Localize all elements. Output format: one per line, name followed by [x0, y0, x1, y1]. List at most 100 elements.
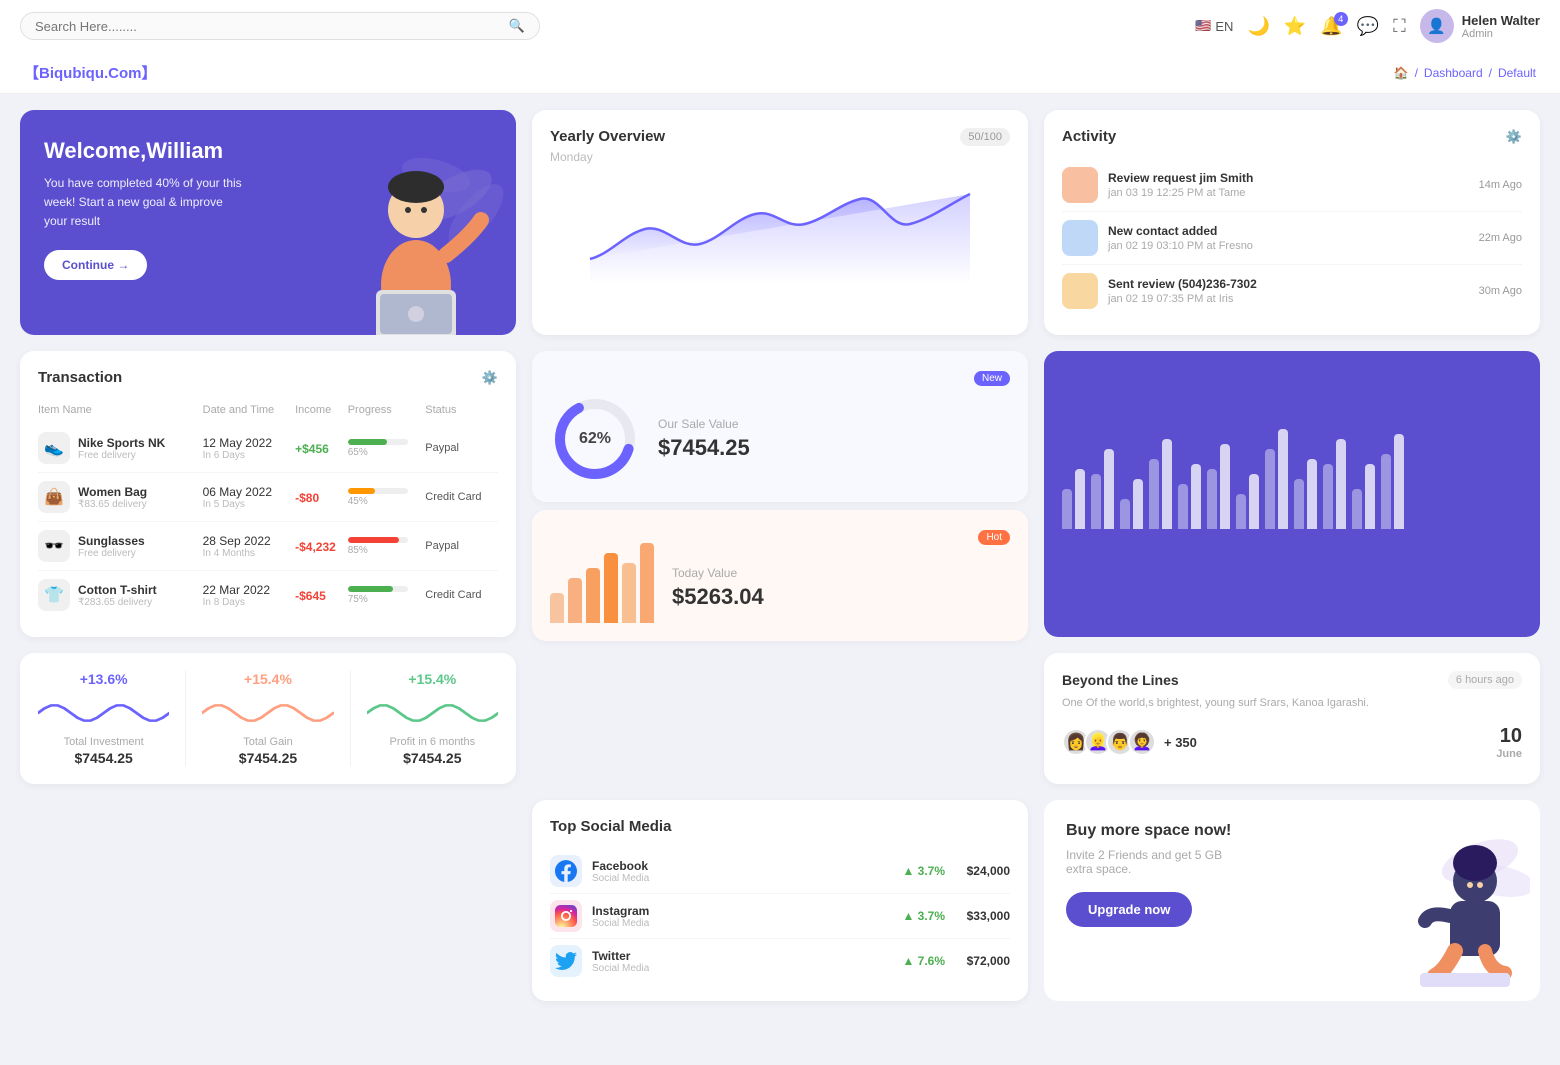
social-name: Instagram Social Media	[592, 904, 892, 929]
avatar: 👤	[1420, 9, 1454, 43]
big-bar-group	[1265, 429, 1288, 529]
welcome-subtitle: You have completed 40% of your this week…	[44, 174, 244, 232]
event-date: 10 June	[1496, 724, 1522, 761]
item-sub: Free delivery	[78, 450, 165, 461]
beyond-card: Beyond the Lines 6 hours ago One Of the …	[1044, 653, 1540, 784]
big-bar	[1381, 454, 1391, 529]
stat-item: +13.6% Total Investment $7454.25	[38, 671, 169, 766]
brand-logo: 【Biqubiqu.Com】	[24, 62, 156, 83]
big-bar	[1307, 459, 1317, 529]
activity-title: Activity	[1062, 128, 1116, 145]
social-media-card: Top Social Media Facebook Social Media ▲…	[532, 800, 1028, 1001]
activity-time: 22m Ago	[1479, 232, 1522, 244]
big-bar	[1323, 464, 1333, 529]
bell-badge: 4	[1334, 12, 1348, 26]
big-bar-group	[1207, 444, 1230, 529]
item-sub: Free delivery	[78, 548, 145, 559]
progress-cell: 45%	[348, 473, 426, 522]
progress-label: 45%	[348, 496, 426, 507]
status-cell: Paypal	[425, 424, 498, 473]
donut-chart: 62%	[550, 394, 640, 484]
social-name-main: Facebook	[592, 859, 892, 873]
star-icon[interactable]: ⭐	[1284, 16, 1306, 37]
progress-bar	[348, 586, 408, 592]
progress-bar	[348, 537, 408, 543]
big-bar	[1265, 449, 1275, 529]
beyond-header: Beyond the Lines 6 hours ago	[1062, 671, 1522, 689]
transaction-card: Transaction ⚙️ Item NameDate and TimeInc…	[20, 351, 516, 637]
social-name-main: Twitter	[592, 949, 892, 963]
date-sub: In 5 Days	[203, 499, 295, 510]
social-name-sub: Social Media	[592, 873, 892, 884]
hot-badge: Hot	[978, 530, 1010, 545]
search-bar[interactable]: 🔍	[20, 12, 540, 40]
big-bar	[1278, 429, 1288, 529]
activity-item-sub: jan 02 19 03:10 PM at Fresno	[1108, 240, 1469, 252]
buy-desc: Invite 2 Friends and get 5 GB extra spac…	[1066, 848, 1246, 876]
bell-button[interactable]: 🔔 4	[1320, 16, 1342, 37]
buy-space-card: Buy more space now! Invite 2 Friends and…	[1044, 800, 1540, 1001]
income-cell: -$80	[295, 473, 348, 522]
activity-card: Activity ⚙️ Review request jim Smith jan…	[1044, 110, 1540, 335]
stats-card: +13.6% Total Investment $7454.25 +15.4% …	[20, 653, 516, 784]
avatar: 👩‍🦱	[1128, 728, 1156, 756]
stat-item: +15.4% Profit in 6 months $7454.25	[367, 671, 498, 766]
avatars-stack: 👩👱‍♀️👨👩‍🦱	[1062, 728, 1156, 756]
date-sub: In 8 Days	[203, 597, 295, 608]
social-row: Facebook Social Media ▲ 3.7% $24,000	[550, 849, 1010, 894]
user-info[interactable]: 👤 Helen Walter Admin	[1420, 9, 1540, 43]
progress-label: 75%	[348, 594, 426, 605]
transaction-settings-icon[interactable]: ⚙️	[482, 370, 498, 386]
breadcrumb-default[interactable]: Default	[1498, 66, 1536, 80]
stat-value: $7454.25	[202, 750, 333, 766]
yearly-overview-card: Yearly Overview 50/100 Monday	[532, 110, 1028, 335]
donut-label: 62%	[579, 430, 611, 448]
breadcrumb-dashboard[interactable]: Dashboard	[1424, 66, 1483, 80]
big-bar	[1162, 439, 1172, 529]
activity-info: New contact added jan 02 19 03:10 PM at …	[1108, 224, 1469, 252]
mini-bar	[604, 553, 618, 623]
date-cell: 22 Mar 2022 In 8 Days	[203, 571, 295, 620]
language-selector[interactable]: 🇺🇸 EN	[1195, 18, 1233, 34]
activity-item: New contact added jan 02 19 03:10 PM at …	[1062, 212, 1522, 265]
dark-mode-toggle[interactable]: 🌙	[1247, 16, 1269, 37]
status-cell: Paypal	[425, 522, 498, 571]
tx-column-header: Income	[295, 400, 348, 424]
activity-settings-icon[interactable]: ⚙️	[1506, 129, 1522, 145]
item-cell: 👕 Cotton T-shirt ₹283.65 delivery	[38, 571, 203, 620]
big-bar-group	[1236, 474, 1259, 529]
date-main: 06 May 2022	[203, 485, 295, 499]
continue-button[interactable]: Continue →	[44, 250, 147, 280]
activity-info: Review request jim Smith jan 03 19 12:25…	[1108, 171, 1469, 199]
item-name: Women Bag	[78, 485, 147, 499]
fullscreen-icon[interactable]: ⛶	[1393, 16, 1406, 37]
progress-fill	[348, 488, 375, 494]
social-val: $33,000	[955, 909, 1010, 923]
upgrade-button[interactable]: Upgrade now	[1066, 892, 1192, 927]
transaction-header-row: Item NameDate and TimeIncomeProgressStat…	[38, 400, 498, 424]
stat-value: $7454.25	[38, 750, 169, 766]
social-val: $72,000	[955, 954, 1010, 968]
message-icon[interactable]: 💬	[1357, 16, 1379, 37]
top-nav: 🔍 🇺🇸 EN 🌙 ⭐ 🔔 4 💬 ⛶ 👤 Helen Walter Admin	[0, 0, 1560, 52]
user-role: Admin	[1462, 28, 1540, 40]
search-input[interactable]	[35, 19, 501, 34]
income-value: +$456	[295, 442, 329, 456]
stat-label: Total Investment	[38, 736, 169, 748]
welcome-illustration	[306, 115, 506, 335]
big-bar	[1191, 464, 1201, 529]
status-cell: Credit Card	[425, 473, 498, 522]
date-main: 28 Sep 2022	[203, 534, 295, 548]
social-pct: ▲ 3.7%	[902, 909, 945, 923]
item-sub: ₹283.65 delivery	[78, 597, 157, 608]
income-value: -$645	[295, 589, 326, 603]
social-row: Twitter Social Media ▲ 7.6% $72,000	[550, 939, 1010, 983]
home-icon[interactable]: 🏠	[1394, 66, 1409, 80]
social-name-sub: Social Media	[592, 963, 892, 974]
item-cell: 👟 Nike Sports NK Free delivery	[38, 424, 203, 473]
today-amount: $5263.04	[672, 584, 764, 610]
big-bar-group	[1381, 434, 1404, 529]
income-value: -$4,232	[295, 540, 336, 554]
activity-thumb	[1062, 220, 1098, 256]
big-bar-group	[1120, 479, 1143, 529]
